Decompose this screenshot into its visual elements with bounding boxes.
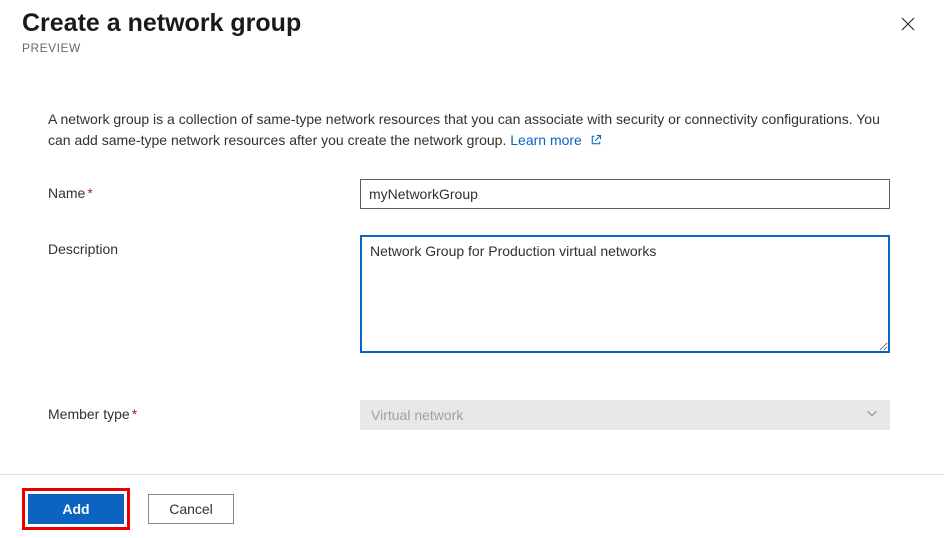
footer-separator [0,474,944,475]
learn-more-label: Learn more [510,132,582,148]
close-icon [900,16,916,36]
intro-text: A network group is a collection of same-… [48,109,896,151]
chevron-down-icon [865,406,879,423]
member-type-select: Virtual network [360,400,890,430]
required-asterisk: * [132,406,137,422]
member-type-label: Member type* [48,400,360,422]
cancel-button[interactable]: Cancel [148,494,234,524]
required-asterisk: * [87,185,92,201]
external-link-icon [590,131,602,151]
add-button-highlight: Add [22,488,130,530]
intro-paragraph: A network group is a collection of same-… [48,111,880,147]
add-button[interactable]: Add [28,494,124,524]
name-label: Name* [48,179,360,201]
panel-subtitle: PREVIEW [22,41,301,55]
member-type-value: Virtual network [371,407,463,423]
description-input[interactable] [360,235,890,353]
learn-more-link[interactable]: Learn more [510,132,601,148]
name-input[interactable] [360,179,890,209]
description-label: Description [48,235,360,257]
panel-title: Create a network group [22,8,301,39]
close-button[interactable] [894,10,922,41]
